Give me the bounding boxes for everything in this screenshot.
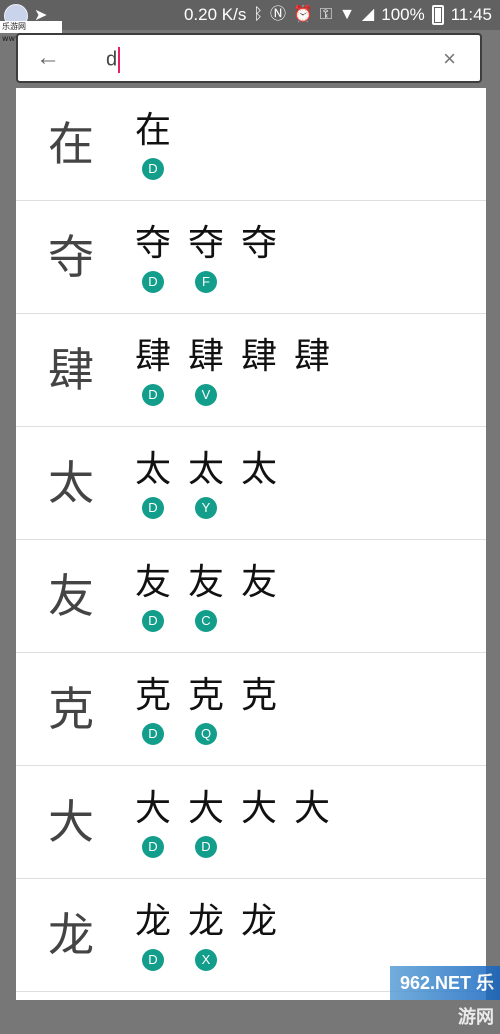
result-character: 肆 (48, 343, 94, 397)
stroke-frame: 龙 (134, 901, 171, 942)
stroke-frame: 友 (134, 562, 171, 603)
stroke-frame: 友 (187, 562, 224, 603)
result-list: 在在D夺夺夺夺DF肆肆肆肆肆DV太太太太DY友友友友DC克克克克DQ大大大大大D… (16, 88, 486, 1000)
stroke-frame: 友 (240, 562, 277, 603)
key-code-badge: D (142, 723, 164, 745)
signal-icon: ◢ (361, 6, 375, 23)
result-character: 夺 (48, 230, 94, 284)
result-row[interactable]: 在在D (16, 88, 486, 201)
search-input[interactable]: d (106, 47, 121, 73)
key-code-badge: D (142, 497, 164, 519)
key-code-badge: D (142, 158, 164, 180)
key-code-badge: V (195, 384, 217, 406)
stroke-frame: 大 (134, 788, 171, 829)
status-right: 0.20 K/s ᛒ Ⓝ ⏰ ⚿ ▼ ◢ 100% 11:45 (184, 0, 492, 30)
result-character: 克 (48, 682, 94, 736)
stroke-frame: 肆 (240, 336, 277, 377)
stroke-frame: 大 (293, 788, 330, 829)
clock-time: 11:45 (450, 5, 492, 24)
result-character: 太 (48, 456, 94, 510)
stroke-frame: 在 (134, 110, 171, 151)
battery-percent: 100% (381, 5, 425, 24)
alarm-icon: ⏰ (292, 6, 313, 23)
result-row[interactable]: 大大大大大DD (16, 766, 486, 879)
key-code-badge: D (142, 836, 164, 858)
key-icon: ⚿ (319, 6, 333, 23)
key-code-badge: X (195, 949, 217, 971)
result-character: 在 (48, 117, 94, 171)
result-row[interactable]: 夺夺夺夺DF (16, 201, 486, 314)
status-bar: ➤ 0.20 K/s ᛒ Ⓝ ⏰ ⚿ ▼ ◢ 100% 11:45 乐游网www… (0, 0, 500, 43)
nfc-icon: Ⓝ (269, 6, 286, 23)
network-speed: 0.20 K/s (183, 5, 247, 24)
stroke-frame: 克 (240, 675, 277, 716)
key-code-badge: Q (195, 723, 217, 745)
key-code-badge: Y (195, 497, 217, 519)
stroke-frame: 太 (134, 449, 171, 490)
watermark-bottom: 962.NET 乐游网 (390, 966, 500, 1027)
watermark-top: 乐游网www.962.net (0, 21, 62, 43)
stroke-frame: 夺 (187, 223, 224, 264)
bluetooth-icon: ᛒ (253, 6, 263, 23)
stroke-frame: 肆 (187, 336, 224, 377)
stroke-frame: 肆 (134, 336, 171, 377)
key-code-badge: D (195, 836, 217, 858)
key-code-badge: D (142, 949, 164, 971)
result-character: 友 (48, 569, 94, 623)
result-row[interactable]: 肆肆肆肆肆DV (16, 314, 486, 427)
battery-icon (431, 5, 444, 25)
text-caret (118, 47, 121, 73)
wifi-icon: ▼ (339, 6, 355, 23)
key-code-badge: F (195, 271, 217, 293)
result-row[interactable]: 友友友友DC (16, 540, 486, 653)
search-bar: ← d × (16, 33, 482, 83)
result-character: 大 (48, 795, 94, 849)
key-code-badge: D (142, 384, 164, 406)
stroke-frame: 肆 (293, 336, 330, 377)
stroke-frame: 太 (187, 449, 224, 490)
clear-icon[interactable]: × (443, 46, 456, 72)
stroke-frame: 克 (187, 675, 224, 716)
search-input-value: d (106, 48, 118, 71)
result-row[interactable]: 克克克克DQ (16, 653, 486, 766)
stroke-frame: 夺 (240, 223, 277, 264)
result-character: 龙 (48, 908, 94, 962)
key-code-badge: C (195, 610, 217, 632)
key-code-badge: D (142, 271, 164, 293)
stroke-frame: 大 (187, 788, 224, 829)
stroke-frame: 夺 (134, 223, 171, 264)
back-arrow-icon[interactable]: ← (36, 45, 60, 71)
stroke-frame: 大 (240, 788, 277, 829)
stroke-frame: 龙 (240, 901, 277, 942)
result-row[interactable]: 太太太太DY (16, 427, 486, 540)
stroke-frame: 太 (240, 449, 277, 490)
stroke-frame: 克 (134, 675, 171, 716)
key-code-badge: D (142, 610, 164, 632)
stroke-frame: 龙 (187, 901, 224, 942)
